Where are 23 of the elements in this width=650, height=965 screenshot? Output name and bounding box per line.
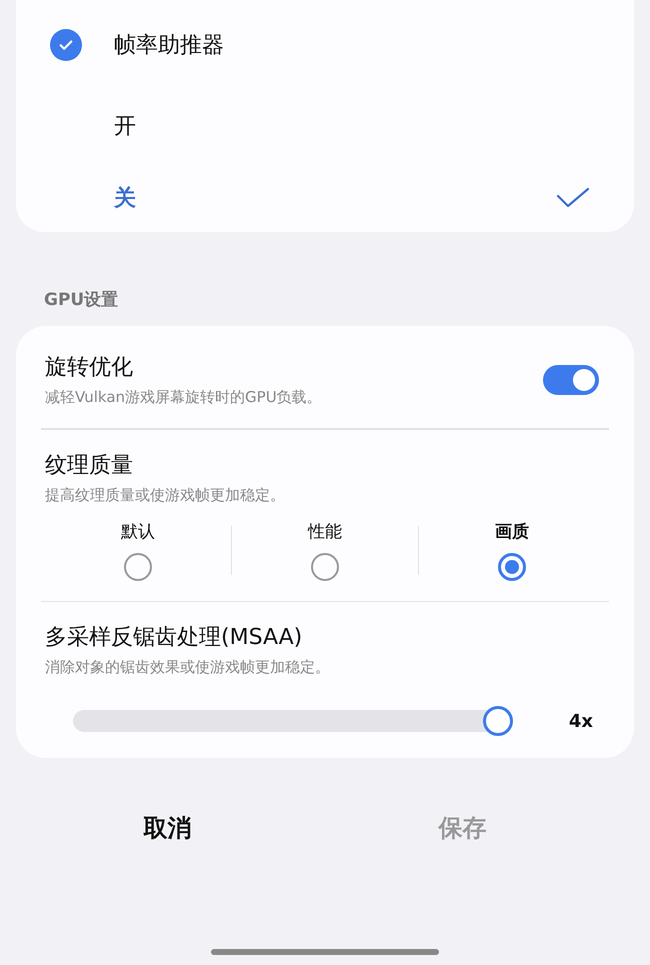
radio-button[interactable] — [311, 552, 339, 580]
option-item[interactable]: 关 — [16, 162, 634, 234]
setting-description: 消除对象的锯齿效果或使游戏帧更加稳定。 — [45, 657, 331, 678]
slider[interactable] — [73, 706, 513, 736]
setting-description: 减轻Vulkan游戏屏幕旋转时的GPU负载。 — [45, 387, 322, 408]
setting-title: 纹理质量 — [45, 452, 134, 480]
toggle-switch[interactable] — [543, 365, 599, 395]
option-label: 性能 — [308, 520, 342, 542]
checkbox[interactable] — [50, 29, 82, 61]
option-item[interactable]: 开 — [16, 90, 634, 162]
setting-title: 帧率助推器 — [114, 32, 224, 60]
radio-button[interactable] — [124, 552, 152, 580]
option-label: 默认 — [120, 520, 155, 542]
checkmark-icon — [556, 187, 590, 209]
setting-title: 多采样反锯齿处理(MSAA) — [45, 624, 304, 652]
slider-thumb[interactable] — [483, 706, 513, 736]
radio-button[interactable] — [498, 552, 526, 580]
setting-description: 提高纹理质量或使游戏帧更加稳定。 — [45, 484, 286, 506]
slider-value: 4x — [568, 710, 593, 732]
setting-title: 旋转优化 — [45, 354, 134, 382]
option-label: 画质 — [495, 520, 530, 542]
section-header: GPU设置 — [44, 289, 120, 312]
dialog-button[interactable]: 取消 — [120, 804, 216, 852]
